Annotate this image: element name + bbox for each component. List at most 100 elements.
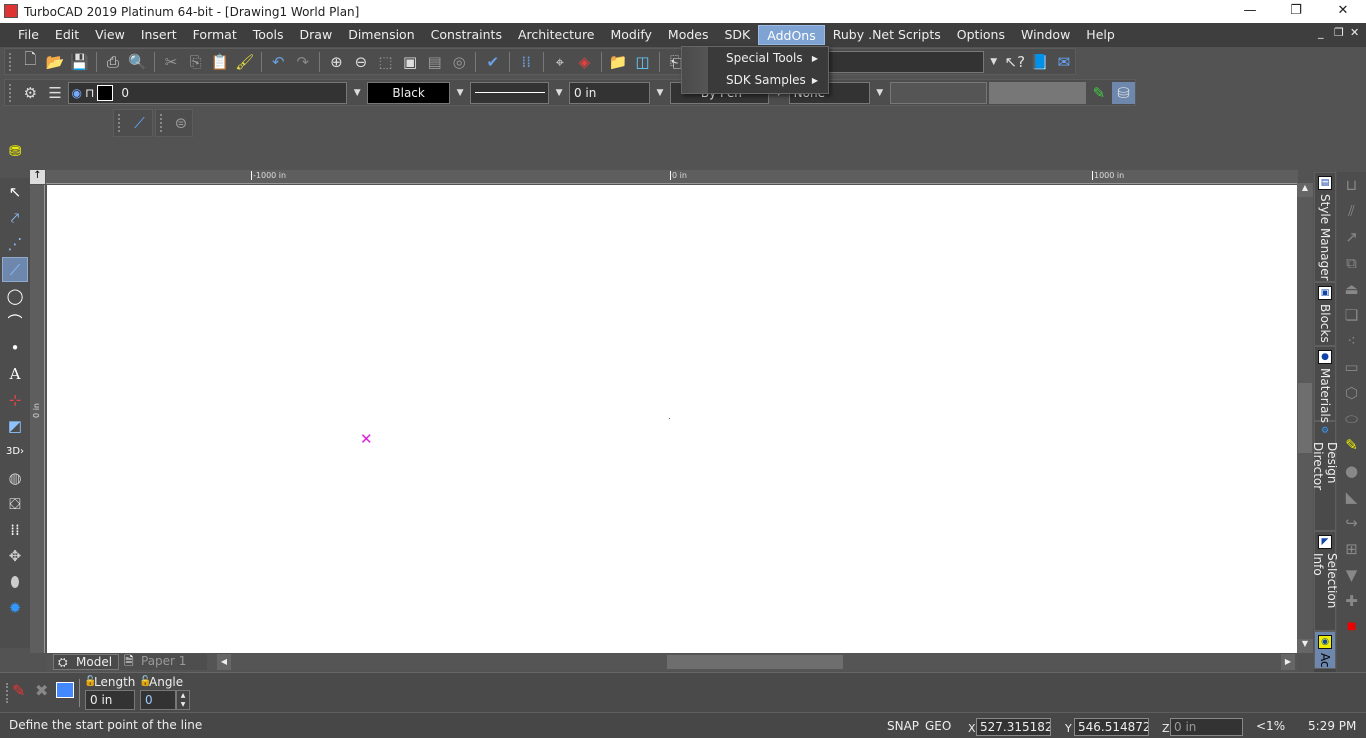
doc-restore-button[interactable]: ❐ (1334, 26, 1344, 39)
folder-icon[interactable]: 📁 (607, 51, 630, 73)
save-icon[interactable]: 💾 (68, 51, 91, 73)
wedge-icon[interactable]: ◣ (1337, 484, 1366, 510)
horizontal-scrollbar-thumb[interactable] (667, 655, 843, 669)
menu-modify[interactable]: Modify (603, 25, 660, 45)
redo-icon[interactable]: ↷ (292, 51, 315, 73)
angle-stepper[interactable]: ▲ ▼ (176, 690, 190, 710)
layers-icon[interactable]: ☰ (44, 82, 67, 104)
zoom-previous-icon[interactable]: ◎ (448, 51, 471, 73)
mesh-icon[interactable]: ⊞ (1337, 536, 1366, 562)
lock-icon[interactable]: ⊓ (85, 86, 94, 100)
eraser-icon[interactable]: ⬮ (2, 569, 28, 594)
menu-view[interactable]: View (87, 25, 133, 45)
format-painter-icon[interactable]: 🖌 (233, 51, 256, 73)
select-icon[interactable]: ↖ (2, 179, 28, 204)
print-icon[interactable]: ⎙ (102, 51, 125, 73)
arrow-icon[interactable]: ↗ (1337, 224, 1366, 250)
chevron-down-icon[interactable]: ▼ (551, 88, 567, 98)
layer-select[interactable]: ◉ ⊓ 0 (68, 81, 348, 104)
tab-design-director[interactable]: ⚙ Design Director (1311, 421, 1339, 531)
toolbar-grip[interactable] (9, 83, 13, 102)
open-icon[interactable]: 📂 (44, 51, 67, 73)
3d-icon[interactable]: 3D› (2, 439, 28, 464)
print-preview-icon[interactable]: 🔍 (126, 51, 149, 73)
paint-bucket-icon[interactable]: ⛋ (2, 491, 28, 516)
color-select[interactable]: Black (367, 81, 451, 104)
menu-format[interactable]: Format (185, 25, 245, 45)
menu-file[interactable]: File (10, 25, 47, 45)
screw-icon[interactable]: ▼ (1337, 562, 1366, 588)
tab-model[interactable]: ⛭ Model (53, 654, 119, 670)
menu-ruby-net-scripts[interactable]: Ruby .Net Scripts (825, 25, 949, 45)
spell-check-icon[interactable]: ✔ (481, 51, 504, 73)
circle-icon[interactable]: ◯ (2, 283, 28, 308)
hatch-icon[interactable]: ⫽ (1337, 198, 1366, 224)
transform-icon[interactable]: ⧉ (1337, 250, 1366, 276)
scroll-right-arrow[interactable]: ▶ (1281, 654, 1295, 670)
gear-icon[interactable]: ⚙ (19, 82, 42, 104)
scrollbar-thumb[interactable] (1298, 383, 1312, 453)
cube-icon[interactable]: ⬡ (1337, 380, 1366, 406)
chevron-down-icon[interactable]: ▼ (452, 88, 468, 98)
point-icon[interactable]: • (2, 335, 28, 360)
bend-icon[interactable]: ↪ (1337, 510, 1366, 536)
menu-item-sdk-samples[interactable]: SDK Samples ▶ (726, 73, 826, 87)
menu-architecture[interactable]: Architecture (510, 25, 603, 45)
array-icon[interactable]: ⁞⁞ (2, 517, 28, 542)
workplane-icon[interactable]: ◫ (631, 51, 654, 73)
globe-icon[interactable]: ⊜ (170, 112, 192, 134)
settings-gear-icon[interactable]: ✹ (2, 595, 28, 620)
tab-paper-1[interactable]: 🗎 Paper 1 (119, 654, 207, 670)
menu-edit[interactable]: Edit (47, 25, 87, 45)
line-mode-icon[interactable]: ✎ (12, 681, 25, 700)
cylinder-icon[interactable]: ⬭ (1337, 406, 1366, 432)
properties-icon[interactable]: ⛁ (1112, 81, 1135, 104)
toolbar-grip[interactable] (6, 683, 10, 703)
script-toolbar-icon[interactable]: ⛃ (9, 142, 34, 164)
stack-icon[interactable]: ❏ (1337, 302, 1366, 328)
new-icon[interactable]: 🗋 (19, 50, 42, 73)
menu-tools[interactable]: Tools (245, 25, 292, 45)
cancel-icon[interactable]: ✖ (35, 681, 48, 700)
chevron-down-icon[interactable]: ▼ (872, 88, 888, 98)
line-snap-icon[interactable]: ⟋ (128, 112, 151, 134)
u-shape-icon[interactable]: ⊔ (1337, 172, 1366, 198)
pencil-icon[interactable]: ✎ (1088, 82, 1111, 104)
sphere-icon[interactable]: ◍ (2, 465, 28, 490)
cut-icon[interactable]: ✂ (160, 51, 183, 73)
extrude-icon[interactable]: ⏏ (1337, 276, 1366, 302)
calendar-table-icon[interactable] (56, 682, 74, 698)
tab-blocks[interactable]: ▣ Blocks (1314, 282, 1336, 346)
drawing-canvas[interactable]: ✕ (47, 185, 1297, 653)
red-marker-icon[interactable]: ■ (1337, 614, 1366, 640)
doc-minimize-button[interactable]: _ (1318, 26, 1324, 39)
zoom-extents-icon[interactable]: ▣ (399, 51, 422, 73)
shapes-icon[interactable]: ◩ (2, 413, 28, 438)
text-icon[interactable]: A (2, 361, 28, 386)
menu-help[interactable]: Help (1078, 25, 1123, 45)
zoom-window-icon[interactable]: ⬚ (374, 51, 397, 73)
close-button[interactable]: ✕ (1320, 0, 1366, 23)
zoom-in-icon[interactable]: ⊕ (325, 51, 348, 73)
empty-select-2[interactable] (988, 81, 1086, 104)
plus-icon[interactable]: ✚ (1337, 588, 1366, 614)
zoom-page-icon[interactable]: ▤ (423, 51, 446, 73)
toolbar-grip[interactable] (160, 114, 164, 132)
edit-tool-icon[interactable]: ⤤ (2, 205, 28, 230)
restore-button[interactable]: ❐ (1273, 0, 1319, 23)
menu-constraints[interactable]: Constraints (423, 25, 510, 45)
zoom-out-icon[interactable]: ⊖ (350, 51, 373, 73)
paste-icon[interactable]: 📋 (209, 51, 232, 73)
undo-icon[interactable]: ↶ (267, 51, 290, 73)
toolbar-grip[interactable] (9, 52, 13, 71)
doc-close-button[interactable]: ✕ (1350, 26, 1359, 39)
chevron-down-icon[interactable]: ▼ (349, 88, 365, 98)
panel-icon[interactable]: ▭ (1337, 354, 1366, 380)
scroll-left-arrow[interactable]: ◀ (217, 654, 231, 670)
line-type-select[interactable] (469, 81, 550, 104)
chevron-down-icon[interactable]: ▼ (986, 57, 1002, 67)
scroll-up-arrow[interactable]: ▲ (1297, 183, 1313, 197)
geo-toggle[interactable]: GEO (925, 719, 951, 733)
email-icon[interactable]: ✉ (1053, 51, 1076, 73)
chevron-down-icon[interactable]: ▼ (652, 88, 668, 98)
